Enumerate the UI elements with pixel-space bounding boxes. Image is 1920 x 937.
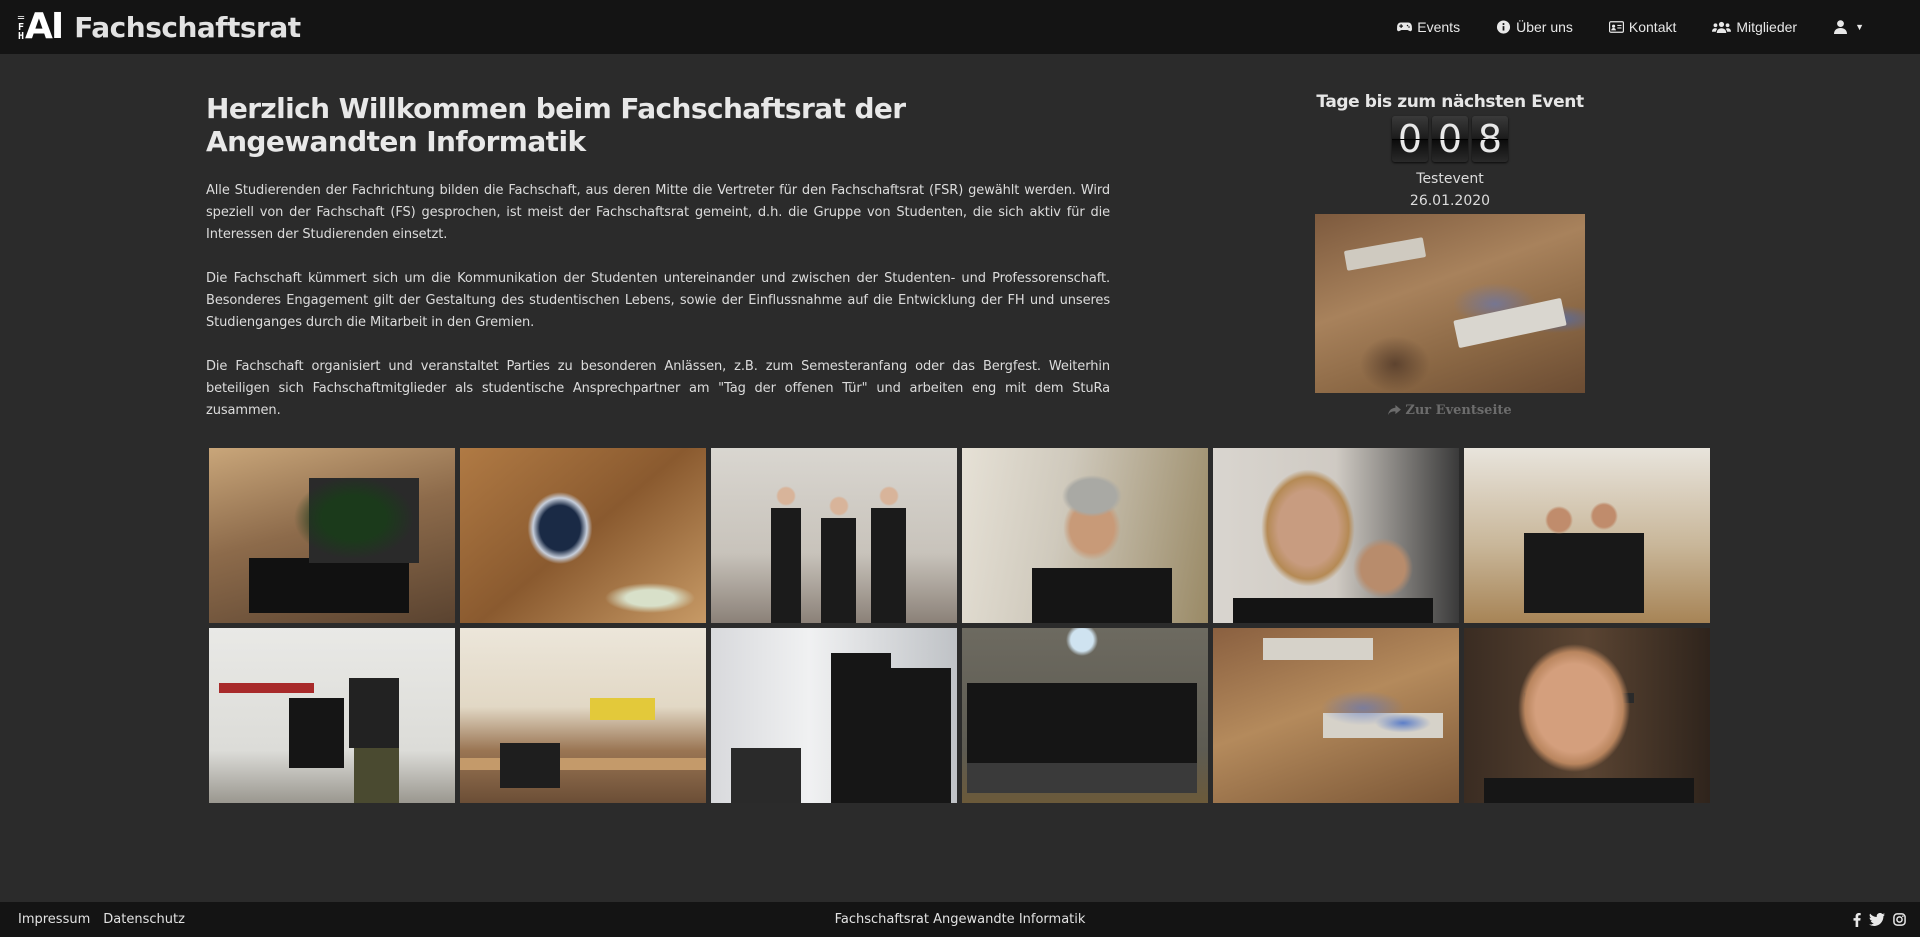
fhai-logo: ═ F H AI [18,6,64,47]
nav-menu: Events Über uns Kontakt Mitglieder ▼ [1379,0,1882,54]
nav-label-kontakt: Kontakt [1628,19,1677,35]
gallery-photo-team[interactable] [962,628,1208,803]
user-menu-dropdown[interactable]: ▼ [1815,20,1882,34]
countdown-digits: 0 0 8 [1392,116,1508,162]
users-icon [1712,21,1732,34]
welcome-section: Herzlich Willkommen beim Fachschaftsrat … [206,92,1110,444]
intro-paragraph-3: Die Fachschaft organisiert und veranstal… [206,359,1110,418]
gallery-photo-portrait-smile[interactable] [1464,628,1710,803]
nav-label-ueber-uns: Über uns [1516,19,1573,35]
intro-paragraph-2: Die Fachschaft kümmert sich um die Kommu… [206,271,1110,330]
footer-link-impressum[interactable]: Impressum [18,912,90,927]
page-title: Herzlich Willkommen beim Fachschaftsrat … [206,92,906,158]
gallery-photo-speaker[interactable] [962,448,1208,623]
logo-fh-text: ═ F H [18,12,24,42]
intro-paragraph-1: Alle Studierenden der Fachrichtung bilde… [206,183,1110,242]
gamepad-icon [1397,22,1413,32]
event-name: Testevent [1416,171,1484,187]
nav-label-events: Events [1417,19,1461,35]
gallery-photo-tshirt-wall[interactable] [209,628,455,803]
navbar: ═FH AI Fachschaftsrat Events Über uns [0,0,1920,54]
countdown-digit: 8 [1472,116,1508,162]
instagram-icon[interactable] [1893,913,1906,926]
gallery-photo-classroom[interactable] [460,628,706,803]
nav-item-events[interactable]: Events [1379,19,1478,35]
event-date: 26.01.2020 [1409,193,1491,209]
twitter-icon[interactable] [1869,913,1885,926]
event-countdown: Tage bis zum nächsten Event 0 0 8 Testev… [1300,92,1600,418]
footer-links: Impressum Datenschutz [18,912,185,927]
chevron-down-icon: ▼ [1855,22,1864,32]
share-icon [1388,405,1402,416]
event-page-link-label: Zur Eventseite [1405,403,1512,418]
event-page-link[interactable]: Zur Eventseite [1388,403,1512,418]
id-card-icon [1608,21,1624,33]
gallery-photo-two-men[interactable] [1464,448,1710,623]
info-circle-icon [1497,20,1511,34]
gallery-photo-portrait-glasses[interactable] [1213,448,1459,623]
footer: Impressum Datenschutz Fachschaftsrat Ang… [0,902,1920,937]
footer-link-datenschutz[interactable]: Datenschutz [103,912,185,927]
photo-gallery [209,448,1710,803]
facebook-icon[interactable] [1853,912,1861,927]
gallery-photo-award[interactable] [711,448,957,623]
countdown-title: Tage bis zum nächsten Event [1316,92,1584,112]
nav-item-kontakt[interactable]: Kontakt [1591,19,1694,35]
gallery-photo-breadboard[interactable] [1213,628,1459,803]
nav-item-mitglieder[interactable]: Mitglieder [1694,19,1815,35]
countdown-digit: 0 [1432,116,1468,162]
logo-ai-text: AI [25,6,64,47]
gallery-photo-laptop[interactable] [209,448,455,623]
user-icon [1834,20,1848,34]
nav-label-mitglieder: Mitglieder [1736,19,1798,35]
brand-link[interactable]: ═ F H AI Fachschaftsrat [18,8,301,46]
event-image[interactable] [1315,214,1585,393]
footer-copyright: Fachschaftsrat Angewandte Informatik [834,912,1086,927]
nav-item-ueber-uns[interactable]: Über uns [1478,19,1591,35]
countdown-digit: 0 [1392,116,1428,162]
social-links [1853,912,1906,927]
gallery-photo-hack-shirts[interactable] [711,628,957,803]
site-title: Fachschaftsrat [74,10,301,44]
gallery-photo-robot[interactable] [460,448,706,623]
